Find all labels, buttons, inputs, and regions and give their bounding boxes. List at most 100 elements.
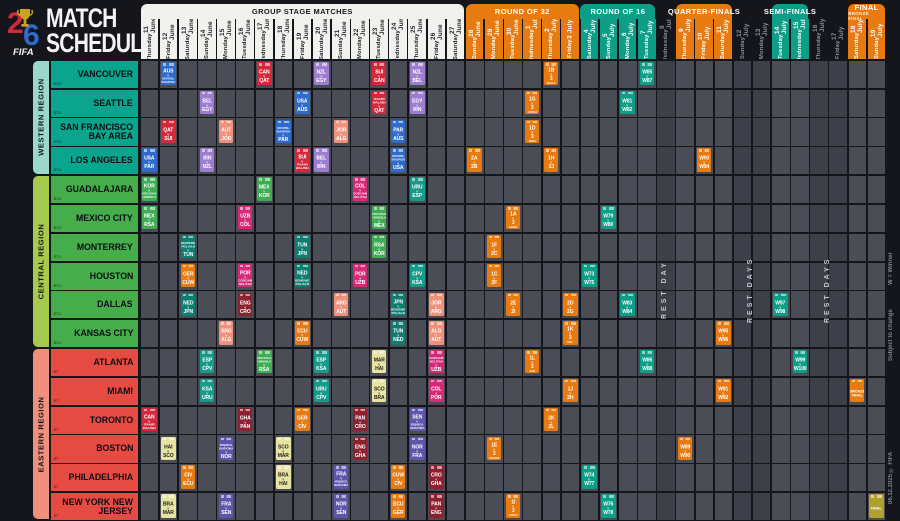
- date-header-cell: Thursday16 July: [810, 19, 828, 59]
- grid-cell: [198, 205, 216, 232]
- grid-cell: [370, 493, 388, 520]
- grid-cell: [696, 291, 714, 318]
- grid-cell: [715, 435, 733, 462]
- match-block: CROvGHA: [429, 465, 444, 488]
- grid-cell: [753, 90, 771, 117]
- match-block: BELvEGY: [200, 91, 215, 114]
- match-block: CRC/GUAHON/SLVvMEX: [372, 206, 387, 229]
- date-label: Monday13 July: [753, 19, 771, 59]
- grid-cell: [256, 378, 274, 405]
- match-teams: FINAL: [869, 497, 884, 517]
- date-header-cell: Sunday28 June: [466, 19, 484, 59]
- grid-cell: [141, 118, 159, 145]
- grid-cell: [849, 464, 867, 491]
- grid-cell: [868, 378, 886, 405]
- match-block: UKR/ISLSVK/ROUvPAR: [276, 120, 291, 143]
- grid-cell: [313, 263, 331, 290]
- grid-cell: [466, 349, 484, 376]
- grid-cell: [313, 320, 331, 347]
- grid-cell: [236, 176, 254, 203]
- grid-cell: [543, 435, 561, 462]
- grid-cell: [466, 263, 484, 290]
- grid-cell: [179, 90, 197, 117]
- grid-cell: [236, 90, 254, 117]
- city-name: HOUSTON: [89, 272, 133, 281]
- grid-cell: [696, 205, 714, 232]
- grid-cell: [829, 493, 847, 520]
- grid-cell: [160, 464, 178, 491]
- grid-cell: [715, 493, 733, 520]
- grid-cell: [715, 205, 733, 232]
- date-label: Wednesday17 June: [255, 19, 273, 59]
- match-block: ECUvGER: [391, 494, 406, 517]
- date-label: Friday10 July: [695, 19, 713, 59]
- grid-cell: [696, 320, 714, 347]
- match-block: PANvCRO: [353, 408, 368, 431]
- match-teams: BELvEGY: [200, 94, 215, 114]
- city-name: NEW YORK NEW JERSEY: [58, 498, 133, 516]
- match-teams: NEDvDEN/SWEPOL/ALB: [295, 267, 310, 287]
- grid-cell: [581, 234, 599, 261]
- city-timezone: ET: [54, 400, 58, 403]
- grid-cell: [428, 435, 446, 462]
- grid-cell: [275, 147, 293, 174]
- grid-cell: [696, 61, 714, 88]
- grid-cell: [772, 205, 790, 232]
- grid-cell: [581, 205, 599, 232]
- grid-cell: [275, 176, 293, 203]
- match-teams: SUIvCAN: [372, 65, 387, 85]
- grid-cell: [370, 176, 388, 203]
- match-block: PANvENG: [429, 494, 444, 517]
- grid-cell: [829, 291, 847, 318]
- date-label: Tuesday14 July: [772, 19, 790, 59]
- grid-cell: [351, 464, 369, 491]
- date-label: Friday19 June: [294, 19, 312, 59]
- match-block: 2Kv2L: [544, 408, 559, 431]
- grid-cell: [734, 61, 752, 88]
- city-name: VANCOUVER: [78, 70, 133, 79]
- grid-cell: [313, 90, 331, 117]
- grid-cell: [447, 147, 465, 174]
- match-teams: GERvCUW: [181, 267, 196, 287]
- match-block: 1Dv3BEFI: [525, 120, 540, 143]
- match-teams: GHAvPAN: [238, 411, 253, 431]
- grid-cell: [390, 205, 408, 232]
- grid-cell: [523, 378, 541, 405]
- grid-cell: [829, 205, 847, 232]
- match-block: GHAvPAN: [238, 408, 253, 431]
- match-teams: IRNvNZL: [200, 151, 215, 171]
- date-header-cell: Wednesday8 July: [657, 19, 675, 59]
- grid-cell: [198, 464, 216, 491]
- grid-cell: [772, 263, 790, 290]
- grid-cell: [428, 118, 446, 145]
- grid-cell: [466, 464, 484, 491]
- match-teams: SCOvBRA: [372, 382, 387, 402]
- grid-cell: [562, 493, 580, 520]
- grid-cell: [351, 147, 369, 174]
- grid-cell: [562, 205, 580, 232]
- grid-cell: [810, 435, 828, 462]
- match-teams: ECUvGER: [391, 497, 406, 517]
- grid-cell: [256, 493, 274, 520]
- grid-cell: [810, 90, 828, 117]
- grid-cell: [275, 263, 293, 290]
- grid-cell: [217, 205, 235, 232]
- match-block: 1Kv3BJL: [563, 321, 578, 344]
- grid-cell: [849, 349, 867, 376]
- grid-cell: [504, 263, 522, 290]
- grid-cell: [696, 234, 714, 261]
- match-block: 1Ev3ABCDF: [487, 437, 502, 460]
- grid-cell: [332, 61, 350, 88]
- grid-cell: [160, 90, 178, 117]
- match-teams: MEXvKOR: [257, 180, 272, 200]
- grid-cell: [428, 147, 446, 174]
- match-teams: CROvGHA: [429, 468, 444, 488]
- city-cell-san-francisco-bay-area: ET-3SAN FRANCISCO BAY AREA: [51, 118, 138, 145]
- grid-cell: [791, 90, 809, 117]
- grid-cell: [543, 205, 561, 232]
- grid-cell: [141, 349, 159, 376]
- match-schedule-poster: 2 6 FIFA MATCH SCHEDULE GROUP STAGE MATC…: [0, 0, 900, 521]
- match-teams: COLvPOR: [429, 382, 444, 402]
- grid-cell: [562, 118, 580, 145]
- grid-cell: [351, 378, 369, 405]
